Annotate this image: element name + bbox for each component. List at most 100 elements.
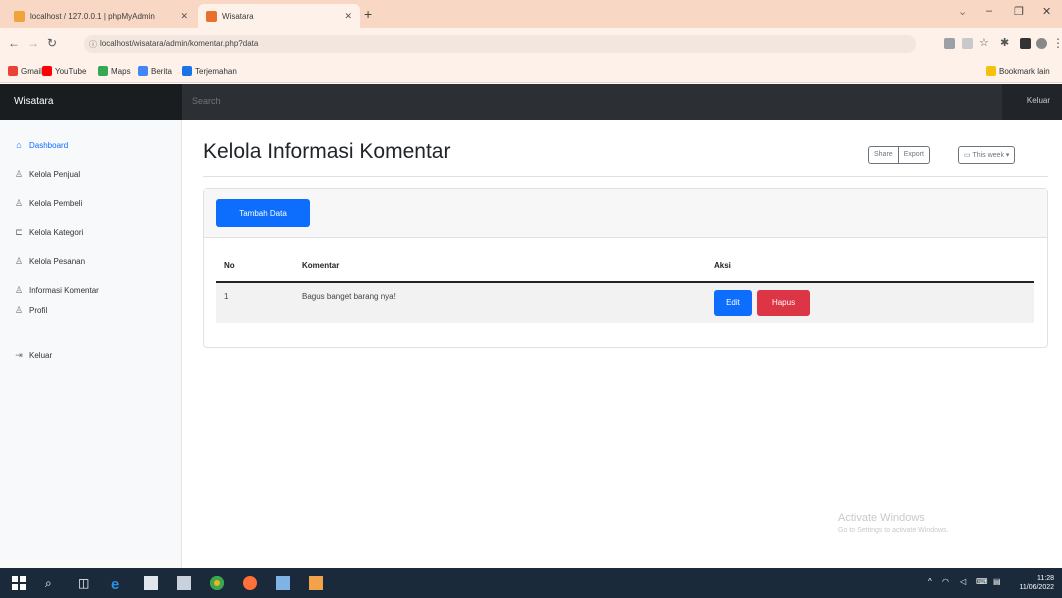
app-icon[interactable] [276, 576, 290, 590]
chrome-icon[interactable] [210, 576, 224, 590]
browser-tab-wisatara[interactable]: Wisatara ✕ [198, 4, 360, 28]
tab-search-icon[interactable]: ⌄ [958, 5, 967, 18]
edge-icon[interactable]: e [111, 576, 125, 593]
browser-tab-phpmyadmin[interactable]: localhost / 127.0.0.1 | phpMyAdmin ✕ [6, 4, 196, 28]
card-header: Tambah Data [204, 189, 1047, 238]
brand-logo[interactable]: Wisatara [0, 84, 182, 120]
browser-tab-strip: localhost / 127.0.0.1 | phpMyAdmin ✕ Wis… [0, 0, 1062, 28]
reload-icon[interactable]: ↻ [47, 36, 57, 50]
sidebar: ⌂ Dashboard ♙ Kelola Penjual ♙ Kelola Pe… [0, 120, 182, 568]
sidebar-item-informasi-komentar[interactable]: ♙ Informasi Komentar [14, 285, 99, 295]
user-icon: ♙ [14, 198, 24, 208]
clock-time: 11:28 [1037, 575, 1054, 582]
tray-wifi-icon[interactable]: ◠ [942, 577, 949, 586]
sidebar-item-label: Kelola Penjual [29, 169, 81, 179]
xampp-icon[interactable] [309, 576, 323, 590]
bookmark-label: Bookmark lain [999, 66, 1050, 76]
windows-taskbar: ⌕ ◫ e ^ ◠ ◁ ⌨ ▤ 11:28 11/06/2022 [0, 568, 1062, 598]
youtube-icon [42, 66, 52, 76]
sidebar-item-label: Keluar [29, 350, 53, 360]
delete-button[interactable]: Hapus [757, 290, 810, 316]
phpmyadmin-favicon-icon [14, 10, 25, 22]
site-info-icon[interactable]: ⓘ [89, 39, 97, 50]
export-button[interactable]: Export [898, 146, 930, 164]
minimize-button[interactable]: – [986, 5, 992, 17]
watermark-subtitle: Go to Settings to activate Windows. [838, 527, 949, 534]
tray-notifications-icon[interactable]: ▤ [993, 577, 1001, 586]
edit-button[interactable]: Edit [714, 290, 752, 316]
start-icon[interactable] [12, 576, 26, 590]
table-row: 1 Bagus banget barang nya! Edit Hapus [216, 283, 1034, 323]
users-icon: ♙ [14, 256, 24, 266]
add-data-button[interactable]: Tambah Data [216, 199, 310, 227]
browser-toolbar: ← → ↻ ⓘ localhost/wisatara/admin/komenta… [0, 28, 1062, 60]
firefox-icon[interactable] [243, 576, 257, 590]
bookmark-berita[interactable]: Berita [138, 66, 172, 76]
extensions-icon[interactable]: ✱ [1000, 36, 1009, 49]
period-button[interactable]: ▭ This week ▾ [958, 146, 1016, 164]
clock-date: 11/06/2022 [1019, 584, 1054, 591]
tray-chevron-icon[interactable]: ^ [928, 577, 932, 586]
forward-icon[interactable]: → [27, 36, 39, 50]
bookmark-terjemahan[interactable]: Terjemahan [182, 66, 237, 76]
bookmark-label: Maps [111, 66, 131, 76]
sidebar-item-label: Kelola Pesanan [29, 256, 86, 266]
share-button[interactable]: Share [868, 146, 899, 164]
bookmark-youtube[interactable]: YouTube [42, 66, 86, 76]
app-navbar: Wisatara Search Keluar [0, 84, 1062, 120]
mail-icon[interactable] [144, 576, 158, 590]
sidebar-item-keluar[interactable]: ⇥ Keluar [14, 350, 52, 360]
gmail-icon [8, 66, 18, 76]
profile-avatar[interactable] [1036, 38, 1047, 49]
maximize-button[interactable]: ❐ [1014, 5, 1024, 18]
sidebar-item-dashboard[interactable]: ⌂ Dashboard [14, 140, 68, 150]
komentar-card: Tambah Data No Komentar Aksi 1 Bagus ban… [203, 188, 1048, 348]
users-icon: ♙ [14, 285, 24, 295]
bookmark-other[interactable]: Bookmark lain [986, 66, 1050, 76]
address-bar[interactable]: ⓘ localhost/wisatara/admin/komentar.php?… [84, 35, 916, 53]
signout-link[interactable]: Keluar [1027, 96, 1050, 105]
tray-language-icon[interactable]: ⌨ [976, 577, 988, 586]
search-input[interactable]: Search [182, 84, 1002, 120]
maps-icon [98, 66, 108, 76]
folder-icon [986, 66, 996, 76]
sidebar-item-kelola-pembeli[interactable]: ♙ Kelola Pembeli [14, 198, 82, 208]
bookmarks-bar: Gmail YouTube Maps Berita Terjemahan Boo… [0, 60, 1062, 83]
tray-volume-icon[interactable]: ◁ [960, 577, 966, 586]
menu-icon[interactable]: ⋮ [1052, 36, 1062, 50]
sidebar-item-label: Dashboard [29, 140, 69, 150]
share-icon[interactable] [962, 38, 973, 49]
title-divider [203, 176, 1048, 177]
translate-icon[interactable] [944, 38, 955, 49]
bookmark-label: Berita [151, 66, 172, 76]
sidebar-item-label: Profil [29, 305, 48, 315]
task-view-icon[interactable]: ◫ [78, 576, 92, 590]
close-tab-icon[interactable]: ✕ [344, 11, 352, 22]
sidebar-item-kelola-pesanan[interactable]: ♙ Kelola Pesanan [14, 256, 85, 266]
chevron-down-icon: ▾ [1003, 152, 1010, 159]
cell-no: 1 [224, 292, 229, 301]
sidebar-item-kelola-kategori[interactable]: ⊏ Kelola Kategori [14, 227, 83, 237]
wisatara-favicon-icon [206, 10, 217, 22]
period-label: This week [972, 152, 1004, 159]
home-icon: ⌂ [16, 140, 22, 150]
bookmark-maps[interactable]: Maps [98, 66, 131, 76]
close-window-button[interactable]: ✕ [1042, 5, 1051, 18]
close-tab-icon[interactable]: ✕ [180, 11, 188, 22]
share-export-group: Share Export [868, 146, 930, 164]
bookmark-gmail[interactable]: Gmail [8, 66, 42, 76]
tag-icon: ⊏ [15, 227, 23, 237]
sidepanel-icon[interactable] [1020, 38, 1031, 49]
period-dropdown[interactable]: ▭ This week ▾ [958, 146, 1016, 164]
sidebar-item-kelola-penjual[interactable]: ♙ Kelola Penjual [14, 169, 80, 179]
sidebar-item-profil[interactable]: ♙ Profil [14, 305, 47, 315]
back-icon[interactable]: ← [8, 36, 20, 50]
store-icon[interactable] [177, 576, 191, 590]
search-icon[interactable]: ⌕ [45, 576, 59, 590]
cell-komentar: Bagus banget barang nya! [302, 292, 396, 301]
bookmark-label: Terjemahan [195, 66, 237, 76]
new-tab-button[interactable]: + [364, 6, 372, 22]
bookmark-label: Gmail [21, 66, 42, 76]
taskbar-clock[interactable]: 11:28 11/06/2022 [1019, 574, 1054, 592]
bookmark-star-icon[interactable]: ☆ [979, 36, 989, 49]
